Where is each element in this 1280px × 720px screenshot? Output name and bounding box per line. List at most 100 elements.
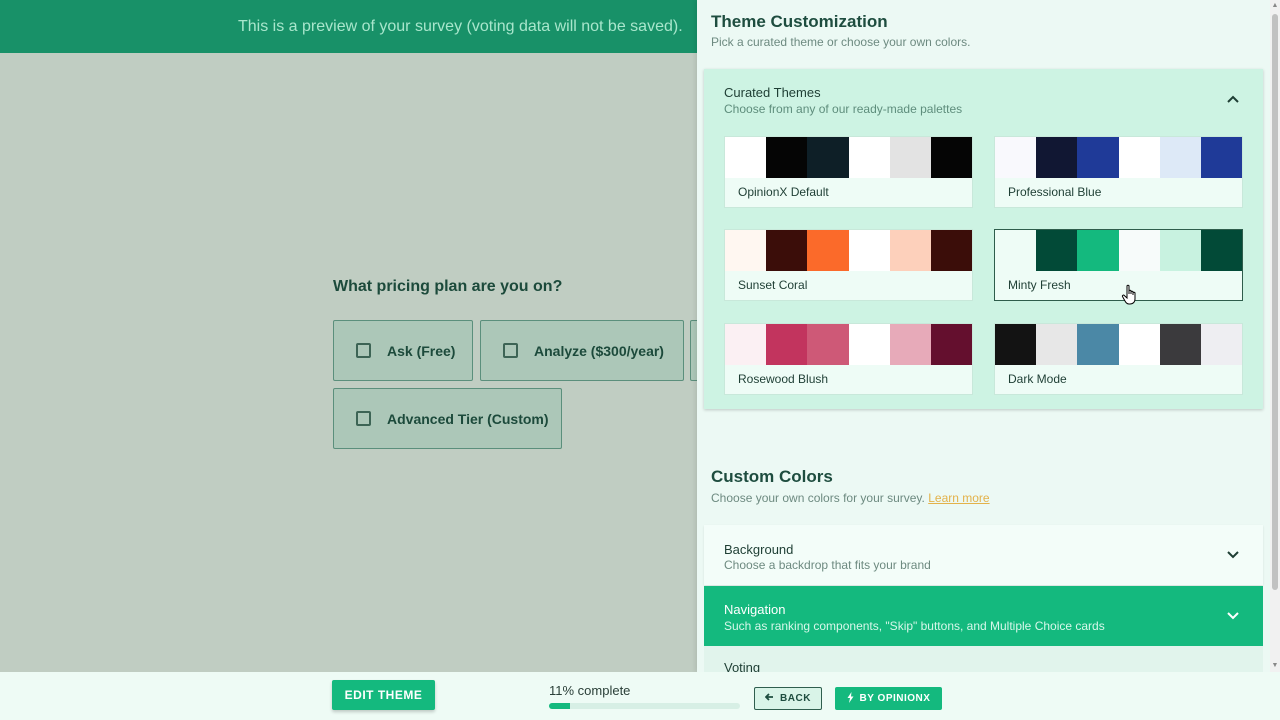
theme-tile-opinionx-default[interactable]: OpinionX Default	[724, 136, 973, 208]
custom-colors-title: Custom Colors	[711, 467, 833, 486]
choice-label: Ask (Free)	[387, 342, 456, 359]
color-swatches	[995, 137, 1242, 178]
color-swatches	[725, 230, 972, 271]
color-swatch	[807, 137, 849, 178]
color-swatch	[1036, 137, 1078, 178]
color-swatch	[995, 324, 1037, 365]
panel-title: Theme Customization	[711, 12, 888, 31]
color-swatch	[725, 324, 767, 365]
color-swatch	[1159, 137, 1201, 178]
choice-card[interactable]: Analyze ($300/year)	[480, 320, 684, 381]
color-swatch	[1159, 230, 1201, 271]
color-swatch	[1200, 137, 1242, 178]
panel-scrollbar[interactable]: ▲ ▼	[1270, 0, 1280, 672]
choice-label: Analyze ($300/year)	[534, 342, 664, 359]
color-swatches	[995, 230, 1242, 271]
color-swatch	[930, 137, 972, 178]
color-swatch	[889, 324, 931, 365]
color-swatch	[725, 230, 767, 271]
scroll-down-arrow-icon[interactable]: ▼	[1271, 662, 1279, 670]
theme-tile-sunset-coral[interactable]: Sunset Coral	[724, 229, 973, 301]
scroll-up-arrow-icon[interactable]: ▲	[1271, 2, 1279, 10]
curated-themes-subtitle: Choose from any of our ready-made palett…	[724, 102, 963, 116]
color-swatch	[848, 230, 890, 271]
color-swatch	[848, 137, 890, 178]
bottom-bar: EDIT THEME 11% complete BACK BY OPINIONX	[0, 672, 1280, 720]
color-swatch	[807, 230, 849, 271]
arrow-left-icon	[764, 693, 774, 704]
color-swatch	[889, 230, 931, 271]
color-swatches	[725, 324, 972, 365]
voting-title: Voting	[724, 660, 761, 672]
choice-card[interactable]	[690, 320, 697, 381]
background-accordion[interactable]: Background Choose a backdrop that fits y…	[704, 525, 1263, 585]
choice-label: Advanced Tier (Custom)	[387, 410, 549, 427]
by-opinionx-button[interactable]: BY OPINIONX	[835, 687, 942, 710]
progress-text: 11% complete	[549, 683, 631, 698]
back-label: BACK	[780, 693, 811, 704]
color-swatch	[1200, 230, 1242, 271]
color-swatch	[807, 324, 849, 365]
color-swatch	[1118, 137, 1160, 178]
color-swatch	[766, 230, 808, 271]
curated-themes-section: Curated Themes Choose from any of our re…	[704, 69, 1263, 409]
progress-bar	[549, 703, 740, 709]
checkbox[interactable]	[356, 411, 371, 426]
checkbox[interactable]	[503, 343, 518, 358]
chevron-down-icon[interactable]	[1224, 607, 1242, 625]
background-subtitle: Choose a backdrop that fits your brand	[724, 558, 931, 572]
color-swatch	[1200, 324, 1242, 365]
color-swatch	[1077, 324, 1119, 365]
color-swatch	[930, 324, 972, 365]
background-title: Background	[724, 542, 794, 557]
color-swatch	[930, 230, 972, 271]
choice-card[interactable]: Advanced Tier (Custom)	[333, 388, 562, 449]
checkbox[interactable]	[356, 343, 371, 358]
back-button[interactable]: BACK	[754, 687, 822, 710]
theme-name: Dark Mode	[1008, 372, 1067, 386]
theme-tile-minty-fresh[interactable]: Minty Fresh	[994, 229, 1243, 301]
survey-preview: What pricing plan are you on? Ask (Free)…	[0, 53, 697, 672]
scrollbar-thumb[interactable]	[1272, 14, 1278, 590]
theme-tile-dark-mode[interactable]: Dark Mode	[994, 323, 1243, 395]
navigation-subtitle: Such as ranking components, "Skip" butto…	[724, 619, 1105, 633]
color-swatch	[848, 324, 890, 365]
choice-card[interactable]: Ask (Free)	[333, 320, 473, 381]
navigation-title: Navigation	[724, 602, 786, 617]
theme-name: Professional Blue	[1008, 185, 1102, 199]
hand-pointer-cursor-icon	[1121, 284, 1139, 306]
preview-banner-text: This is a preview of your survey (voting…	[238, 18, 683, 35]
color-swatches	[995, 324, 1242, 365]
progress-bar-fill	[549, 703, 570, 709]
custom-colors-subtitle: Choose your own colors for your survey. …	[711, 491, 990, 505]
theme-name: OpinionX Default	[738, 185, 829, 199]
color-swatch	[725, 137, 767, 178]
curated-themes-title: Curated Themes	[724, 85, 821, 100]
color-swatch	[1159, 324, 1201, 365]
custom-colors-subtitle-text: Choose your own colors for your survey.	[711, 491, 925, 505]
panel-subtitle: Pick a curated theme or choose your own …	[711, 35, 971, 49]
theme-name: Sunset Coral	[738, 278, 808, 292]
color-swatch	[889, 137, 931, 178]
chevron-down-icon[interactable]	[1224, 546, 1242, 564]
color-swatches	[725, 137, 972, 178]
color-swatch	[1036, 230, 1078, 271]
theme-tile-professional-blue[interactable]: Professional Blue	[994, 136, 1243, 208]
preview-banner: This is a preview of your survey (voting…	[0, 0, 697, 53]
color-swatch	[1077, 137, 1119, 178]
edit-theme-button[interactable]: EDIT THEME	[332, 680, 435, 710]
color-swatch	[766, 324, 808, 365]
navigation-accordion[interactable]: Navigation Such as ranking components, "…	[704, 586, 1263, 646]
chevron-up-icon[interactable]	[1224, 90, 1242, 108]
lightning-icon	[847, 691, 854, 706]
theme-name: Rosewood Blush	[738, 372, 829, 386]
voting-accordion[interactable]: Voting	[704, 646, 1263, 672]
color-swatch	[1118, 324, 1160, 365]
by-opinionx-label: BY OPINIONX	[859, 693, 931, 704]
question-title: What pricing plan are you on?	[333, 278, 563, 295]
learn-more-link[interactable]: Learn more	[928, 491, 989, 505]
theme-panel: Theme Customization Pick a curated theme…	[697, 0, 1280, 672]
color-swatch	[1077, 230, 1119, 271]
color-swatch	[766, 137, 808, 178]
theme-tile-rosewood-blush[interactable]: Rosewood Blush	[724, 323, 973, 395]
